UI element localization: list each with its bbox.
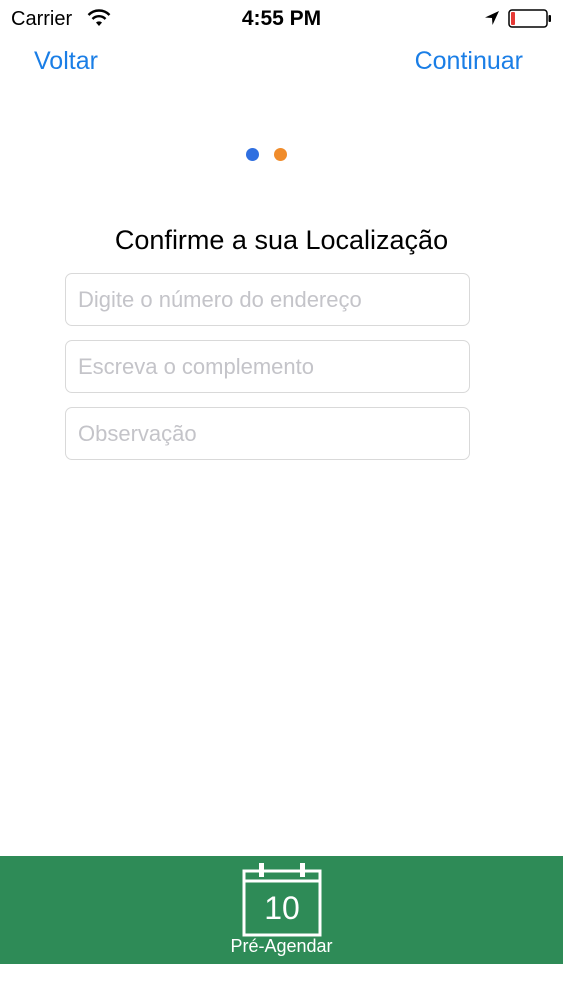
observation-input[interactable] [66,408,469,459]
page-dot-1 [246,148,259,161]
complement-input[interactable] [66,341,469,392]
back-button[interactable]: Voltar [34,47,98,76]
battery-icon [508,9,551,28]
page-indicator [246,148,287,162]
observation-field-container [65,407,470,460]
complement-field-container [65,340,470,393]
calendar-number: 10 [264,890,300,926]
page-dot-2 [274,148,287,161]
pre-schedule-label: Pré-Agendar [230,936,333,956]
status-time: 4:55 PM [241,7,322,30]
pre-schedule-button[interactable]: 10 Pré-Agendar [0,856,563,964]
page-title: Confirme a sua Localização [114,225,449,255]
address-number-field-container [65,273,470,326]
location-arrow-icon [485,11,499,25]
status-bar: Carrier 4:55 PM [0,0,563,38]
screen: Carrier 4:55 PM Voltar Continuar Confirm… [0,0,563,1000]
address-number-input[interactable] [66,274,469,325]
bottom-strip [0,964,563,1000]
continue-button[interactable]: Continuar [415,47,523,76]
